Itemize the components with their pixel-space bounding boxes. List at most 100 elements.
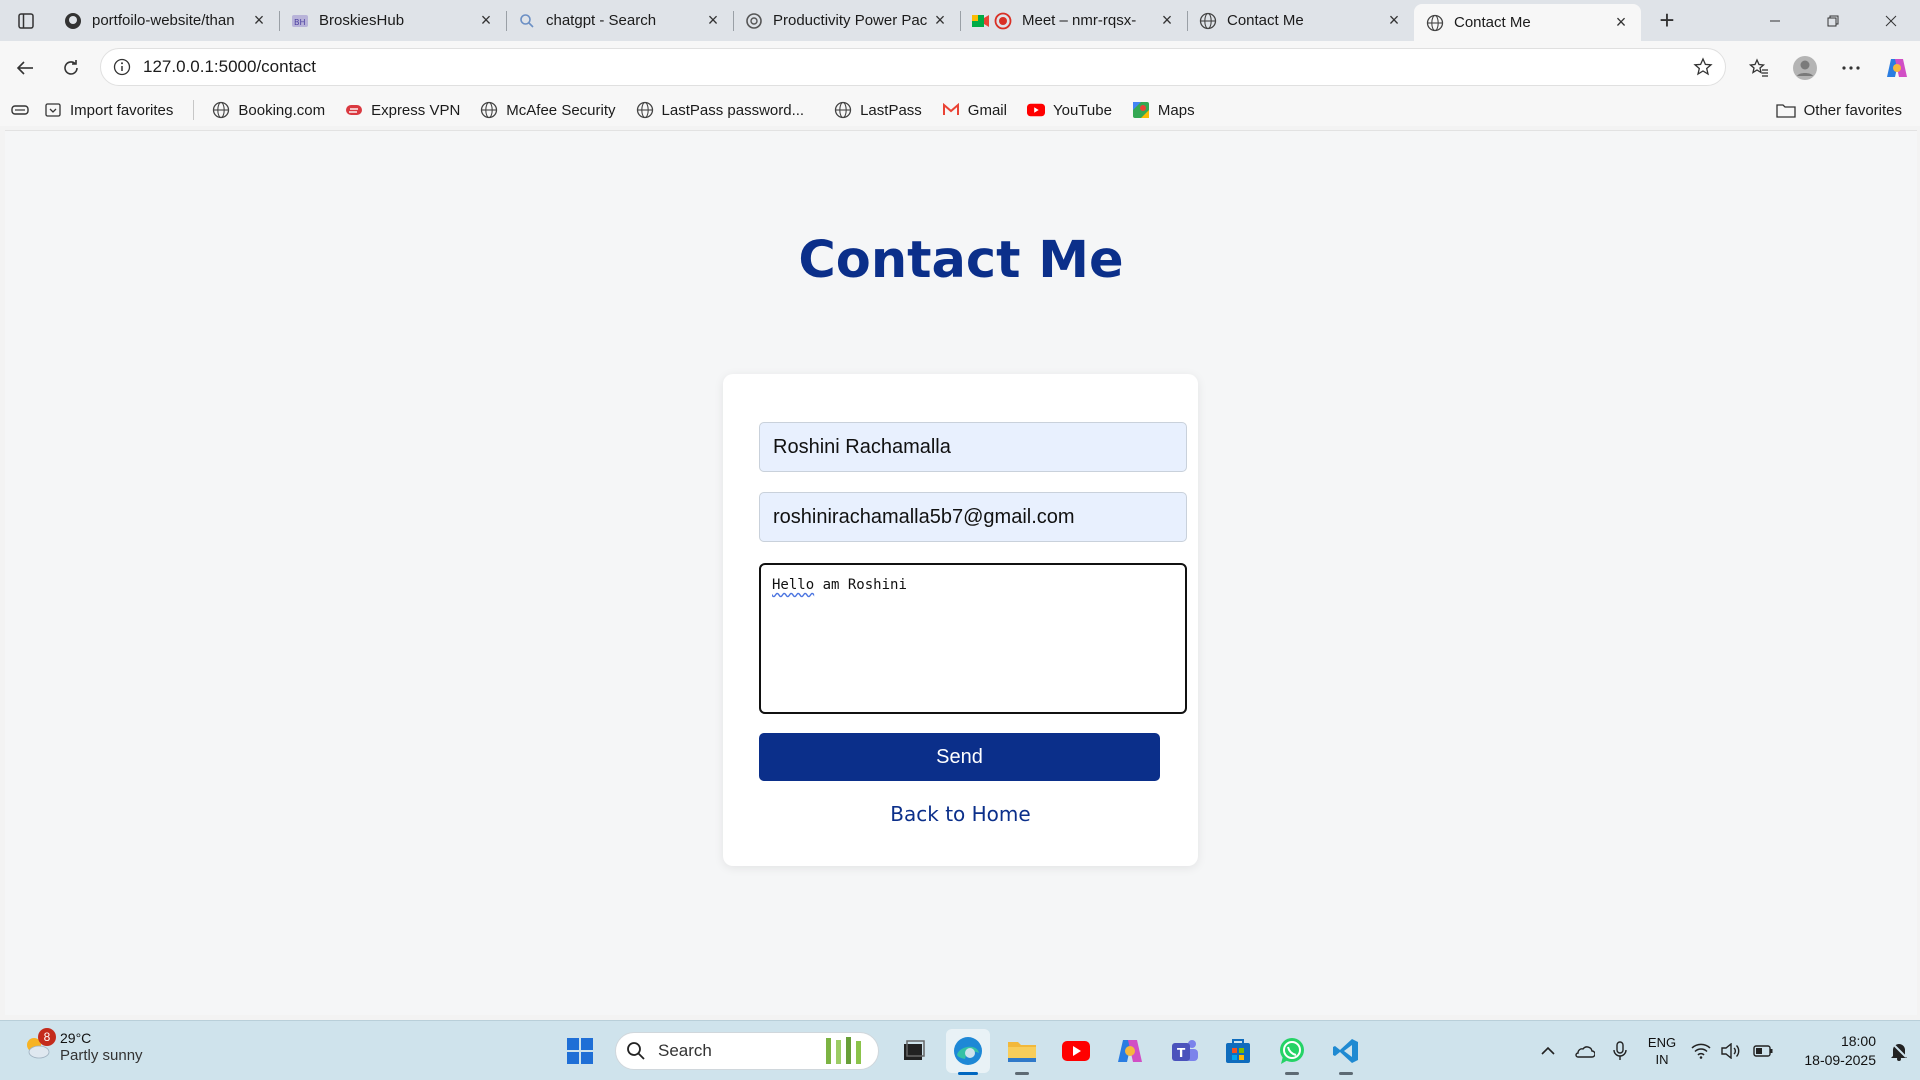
profile-button[interactable]	[1782, 48, 1828, 88]
favorites-bar: Import favorites Booking.com Express VPN…	[0, 94, 1920, 126]
taskbar-search[interactable]: Search	[615, 1032, 879, 1070]
taskbar-file-explorer[interactable]	[1000, 1029, 1044, 1075]
favorite-booking[interactable]: Booking.com	[212, 101, 325, 119]
favorite-express-vpn[interactable]: Express VPN	[345, 101, 460, 119]
profile-avatar-icon	[1793, 55, 1817, 80]
globe-icon	[212, 101, 230, 119]
weather-widget[interactable]: 8 29°C Partly sunny	[22, 1028, 143, 1065]
tab-contact-me-active[interactable]: Contact Me ×	[1414, 4, 1641, 41]
close-tab-icon[interactable]: ×	[1611, 12, 1631, 33]
ellipsis-icon	[1842, 65, 1860, 70]
weather-condition: Partly sunny	[60, 1047, 143, 1064]
refresh-button[interactable]	[48, 48, 94, 88]
other-favorites-button[interactable]: Other favorites	[1775, 94, 1902, 126]
close-tab-icon[interactable]: ×	[1384, 10, 1404, 31]
more-options-button[interactable]	[1828, 48, 1874, 88]
refresh-icon	[64, 59, 78, 75]
close-tab-icon[interactable]: ×	[476, 10, 496, 31]
tab-chatgpt-search[interactable]: chatgpt - Search ×	[506, 0, 733, 41]
add-favorite-star-icon[interactable]	[1693, 57, 1713, 77]
favorite-label: Gmail	[967, 101, 1007, 119]
tab-title: Contact Me	[1454, 14, 1531, 31]
restore-button[interactable]	[1804, 0, 1862, 41]
copilot-button[interactable]	[1874, 48, 1920, 88]
tab-productivity[interactable]: Productivity Power Pac ×	[733, 0, 960, 41]
windows-start-icon	[567, 1038, 593, 1064]
clock[interactable]: 18:00 18-09-2025	[1780, 1032, 1876, 1070]
onedrive-cloud-icon	[1575, 1046, 1595, 1058]
favorite-lastpass-password[interactable]: LastPass password...	[636, 101, 804, 119]
tab-actions-button[interactable]	[0, 0, 52, 41]
taskbar-edge[interactable]	[946, 1029, 990, 1075]
tab-list: portfoilo-website/than × BH BroskiesHub …	[52, 0, 1641, 41]
favorite-label: Maps	[1157, 101, 1195, 119]
taskbar-store[interactable]	[1216, 1029, 1260, 1073]
search-highlight-bamboo-icon	[826, 1037, 861, 1064]
favorites-button[interactable]	[1736, 48, 1782, 88]
favorite-mcafee[interactable]: McAfee Security	[480, 101, 616, 119]
youtube-icon	[1062, 1041, 1090, 1061]
page-title: Contact Me	[798, 231, 1124, 290]
close-window-button[interactable]	[1862, 0, 1920, 41]
url-text[interactable]: 127.0.0.1:5000/contact	[143, 57, 1693, 77]
close-icon	[1885, 15, 1897, 26]
network-button[interactable]	[1686, 1031, 1716, 1071]
taskbar-copilot[interactable]	[1108, 1029, 1152, 1073]
favorite-lastpass[interactable]: LastPass	[834, 101, 922, 119]
favorite-youtube[interactable]: YouTube	[1026, 101, 1112, 119]
vscode-icon	[1333, 1039, 1358, 1063]
tab-contact-me[interactable]: Contact Me ×	[1187, 0, 1414, 41]
tab-github[interactable]: portfoilo-website/than ×	[52, 0, 279, 41]
wifi-icon	[1691, 1043, 1711, 1059]
task-view-button[interactable]	[892, 1029, 936, 1073]
taskbar-teams[interactable]: T	[1162, 1029, 1206, 1073]
back-button[interactable]	[2, 48, 48, 88]
message-textarea[interactable]: Hello am Roshini	[759, 563, 1187, 714]
search-icon	[518, 12, 536, 30]
teams-icon: T	[1172, 1040, 1198, 1061]
start-button[interactable]	[558, 1029, 602, 1073]
close-tab-icon[interactable]: ×	[1157, 10, 1177, 31]
favorite-import-favorites[interactable]: Import favorites	[44, 101, 173, 119]
favorite-gmail[interactable]: Gmail	[942, 101, 1007, 119]
close-tab-icon[interactable]: ×	[703, 10, 723, 31]
site-info-icon[interactable]	[113, 58, 131, 76]
page-viewport: Contact Me Roshini Rachamalla roshinirac…	[5, 130, 1917, 1015]
toolbar-right	[1736, 41, 1920, 94]
email-input[interactable]: roshinirachamalla5b7@gmail.com	[759, 492, 1187, 542]
back-to-home-link[interactable]: Back to Home	[723, 802, 1198, 826]
tab-meet[interactable]: Meet – nmr-rqsx- ×	[960, 0, 1187, 41]
name-input[interactable]: Roshini Rachamalla	[759, 422, 1187, 472]
send-button[interactable]: Send	[759, 733, 1160, 781]
microphone-icon	[1613, 1041, 1627, 1060]
address-bar[interactable]: 127.0.0.1:5000/contact	[100, 48, 1726, 86]
import-icon	[44, 101, 62, 119]
favorite-maps[interactable]: Maps	[1132, 101, 1195, 119]
maps-icon	[1132, 101, 1150, 119]
onedrive-button[interactable]	[1566, 1031, 1602, 1071]
volume-button[interactable]	[1716, 1031, 1746, 1071]
broskieshub-icon: BH	[291, 12, 309, 30]
favorites-menu-button[interactable]	[10, 102, 30, 118]
taskbar-youtube[interactable]	[1054, 1029, 1098, 1073]
tab-broskieshub[interactable]: BH BroskiesHub ×	[279, 0, 506, 41]
favorite-label: McAfee Security	[506, 101, 616, 119]
taskbar-whatsapp[interactable]	[1270, 1029, 1314, 1075]
language-region: IN	[1655, 1052, 1669, 1067]
favorite-label: LastPass	[860, 101, 922, 119]
globe-icon	[834, 101, 852, 119]
close-tab-icon[interactable]: ×	[249, 10, 269, 31]
close-tab-icon[interactable]: ×	[930, 10, 950, 31]
new-tab-button[interactable]: +	[1647, 0, 1687, 41]
battery-button[interactable]	[1746, 1031, 1780, 1071]
minimize-button[interactable]	[1746, 0, 1804, 41]
favorites-list-icon	[1749, 57, 1768, 77]
taskbar-vscode[interactable]	[1324, 1029, 1368, 1075]
search-icon	[627, 1042, 645, 1060]
notifications-button[interactable]	[1884, 1031, 1914, 1071]
input-language-indicator[interactable]: ENG IN	[1638, 1034, 1686, 1068]
taskbar-search-label: Search	[658, 1041, 712, 1060]
microphone-button[interactable]	[1602, 1031, 1638, 1071]
globe-icon	[480, 101, 498, 119]
show-hidden-icons-button[interactable]	[1530, 1031, 1566, 1071]
